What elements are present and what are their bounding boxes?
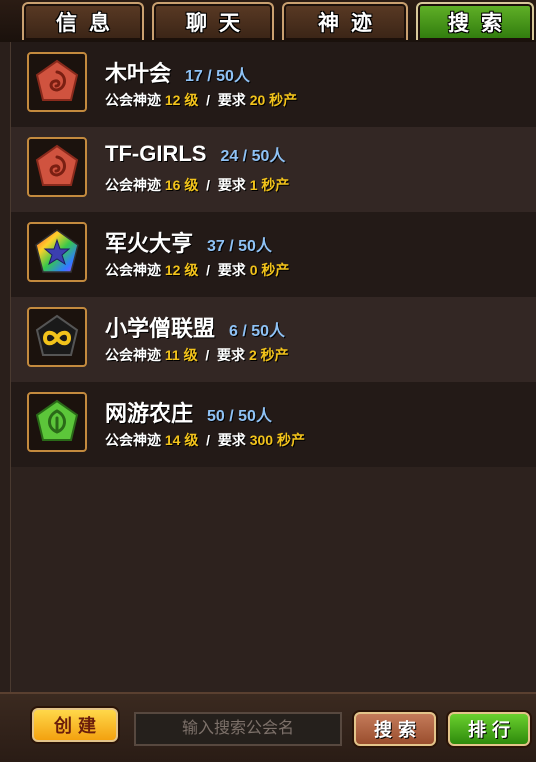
guild-member-count: 17 / 50人 [185,68,250,85]
guild-list: 木叶会 17 / 50人 公会神迹 12 级 / 要求 20 秒产 TF-GIRL… [10,42,536,692]
leaf-stone-red-icon [27,137,87,197]
guild-member-count: 37 / 50人 [207,238,272,255]
guild-info: 公会神迹 16 级 / 要求 1 秒产 [105,177,290,193]
guild-member-count: 24 / 50人 [220,148,286,165]
guild-info: 公会神迹 12 级 / 要求 0 秒产 [105,262,290,278]
guild-name: 网游农庄 50 / 50人 [105,401,272,426]
tab-search[interactable]: 搜索 [416,2,534,40]
tab-bar: 信息 聊天 神迹 搜索 [0,0,536,42]
guild-name: 军火大亨 37 / 50人 [105,231,272,256]
guild-search-input[interactable] [134,712,342,746]
rank-button[interactable]: 排行 [448,712,530,746]
search-button[interactable]: 搜索 [354,712,436,746]
guild-name: 木叶会 17 / 50人 [105,61,250,86]
guild-row[interactable]: 木叶会 17 / 50人 公会神迹 12 级 / 要求 20 秒产 [11,42,536,127]
infinity-stone-black-icon [27,307,87,367]
leaf-stone-red-icon [27,52,87,112]
guild-name: 小学僧联盟 6 / 50人 [105,316,286,341]
tab-chat[interactable]: 聊天 [152,2,274,40]
guild-info: 公会神迹 14 级 / 要求 300 秒产 [105,432,305,448]
create-guild-button[interactable]: 创建 [32,708,118,742]
guild-member-count: 50 / 50人 [207,408,272,425]
rainbow-star-icon [27,222,87,282]
guild-info: 公会神迹 12 级 / 要求 20 秒产 [105,92,298,108]
bottom-bar: 创建 搜索 排行 [0,692,536,762]
guild-info: 公会神迹 11 级 / 要求 2 秒产 [105,347,289,363]
tab-wonder[interactable]: 神迹 [282,2,408,40]
guild-row[interactable]: 军火大亨 37 / 50人 公会神迹 12 级 / 要求 0 秒产 [11,212,536,297]
guild-row[interactable]: TF-GIRLS 24 / 50人 公会神迹 16 级 / 要求 1 秒产 [11,127,536,212]
guild-row[interactable]: 小学僧联盟 6 / 50人 公会神迹 11 级 / 要求 2 秒产 [11,297,536,382]
tab-info[interactable]: 信息 [22,2,144,40]
guild-name: TF-GIRLS 24 / 50人 [105,141,286,166]
leaf-stone-green-icon [27,392,87,452]
guild-row[interactable]: 网游农庄 50 / 50人 公会神迹 14 级 / 要求 300 秒产 [11,382,536,467]
guild-member-count: 6 / 50人 [229,323,286,340]
